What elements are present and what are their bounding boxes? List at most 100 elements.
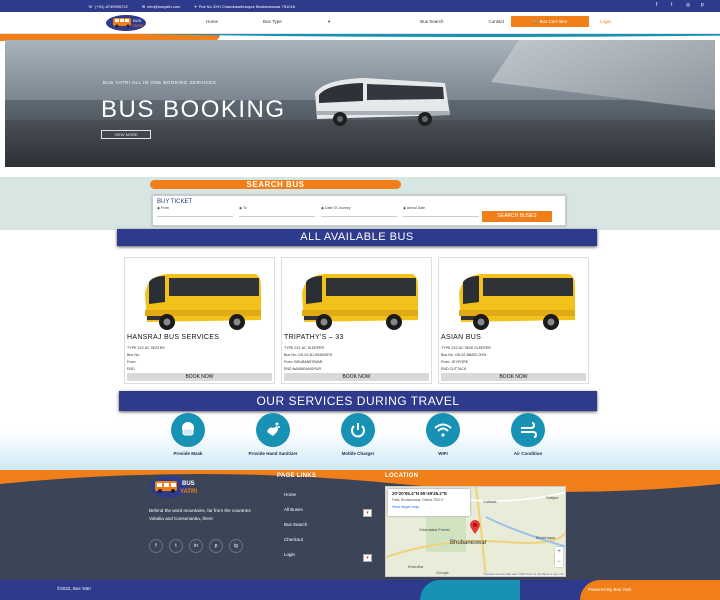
zoom-out-button[interactable]: − [555, 557, 563, 567]
wifi-icon [426, 413, 460, 447]
bus-number: Bus No: [127, 353, 140, 357]
map-place: Bhubaneswar [450, 540, 487, 546]
chevron-down-icon[interactable]: ▾ [363, 554, 372, 562]
nav-links: Home Bus Type ▾ Bus Search Contact [206, 19, 549, 25]
arrival-date-line[interactable] [403, 216, 479, 217]
phone-text: (+91) 8749999722 [95, 3, 128, 9]
book-now-button[interactable]: BOOK NOW [284, 373, 429, 381]
google-logo: Google [436, 570, 449, 575]
footer-logo[interactable]: BUS YATRI [149, 474, 205, 500]
address-text: Plot No 3XH Chandrasekharpur Bhubaneswar… [198, 3, 295, 9]
bus-type: TYPE 2X2 AC SEMI SLEEPER [441, 346, 491, 350]
book-now-button[interactable]: BOOK NOW [127, 373, 272, 381]
from-input-line[interactable] [157, 216, 233, 217]
map-info-card: 20°20'55.4"N 85°49'45.2"E Patia, Bhubane… [388, 489, 470, 516]
nav-bus-search[interactable]: Bus Search [420, 19, 443, 25]
bus-yatri-logo[interactable]: BUS YATRI [105, 14, 147, 32]
chevron-down-icon[interactable]: ▾ [363, 509, 372, 517]
nav-home[interactable]: Home [206, 19, 218, 25]
bus-name: ASIAN BUS [441, 334, 482, 341]
top-bar: ☏ (+91) 8749999722 ✉ info@busyatri.com ⌖ Pl… [0, 0, 720, 12]
to-field[interactable]: ◉ To [239, 206, 247, 210]
available-bus-heading: ALL AVAILABLE BUS [117, 229, 597, 246]
from-field[interactable]: ◉ From [157, 206, 169, 210]
map-address: Patia, Bhubaneswar, Odisha 751017 [392, 498, 444, 502]
cart-label: Bus Cart Item [539, 19, 568, 24]
location-pin-icon: ⌖ [194, 3, 197, 9]
map-coordinates: 20°20'55.4"N 85°49'45.2"E [392, 491, 448, 496]
bus-card: HANSRAJ BUS SERVICES TYPE 2X2 AC SEATER … [124, 257, 275, 384]
login-link[interactable]: Login [600, 19, 611, 24]
book-now-button[interactable]: BOOK NOW [441, 373, 586, 381]
facebook-icon[interactable]: f [149, 539, 163, 553]
footer-link-login[interactable]: Login [284, 552, 295, 557]
linkedin-icon[interactable]: in [189, 539, 203, 553]
to-input-line[interactable] [239, 216, 315, 217]
services-heading: OUR SERVICES DURING TRAVEL [119, 391, 597, 411]
view-more-button[interactable]: VIEW MORE [101, 130, 151, 139]
service-item: WIFI [403, 413, 483, 456]
wind-icon [511, 413, 545, 447]
service-label: Provide Hand Sanitizer [248, 451, 298, 456]
hero-tagline: BUS YATRI ALL IN ONE BOOKING SERVICES [103, 80, 217, 85]
map-zoom-control[interactable]: + − [555, 547, 563, 567]
map-pin-icon[interactable] [470, 520, 480, 534]
footer-link-checkout[interactable]: Checkout [284, 537, 303, 542]
sanitizer-icon [256, 413, 290, 447]
view-larger-map-link[interactable]: View larger map [392, 505, 466, 509]
bus-card: ASIAN BUS TYPE 2X2 AC SEMI SLEEPER Bus N… [438, 257, 589, 384]
bus-end: END NAWARANGPUR [284, 367, 322, 371]
yellow-bus-image [145, 274, 261, 330]
top-social: f t ◎ p [656, 3, 706, 8]
pinterest-icon[interactable]: p [209, 539, 223, 553]
calendar-icon: ◉ [403, 206, 407, 210]
mail-icon: ✉ [141, 3, 146, 9]
power-icon [341, 413, 375, 447]
footer-link-bus-search[interactable]: Bus Search [284, 522, 307, 527]
zoom-in-button[interactable]: + [555, 547, 563, 557]
email-info[interactable]: ✉ info@busyatri.com [142, 4, 181, 9]
footer-link-home[interactable]: Home [284, 492, 296, 497]
map-place: Satipur [546, 495, 559, 500]
hero-title: BUS BOOKING [101, 96, 286, 123]
bus-from: From: BHUBANESWAR [284, 360, 323, 364]
address-info: ⌖ Plot No 3XH Chandrasekharpur Bhubaneswa… [194, 4, 295, 9]
footer-link-all-buses[interactable]: All Buses [284, 507, 303, 512]
footer-wave [0, 470, 720, 498]
phone-info: ☏ (+91) 8749999722 [88, 4, 128, 9]
service-item: Air Condition [488, 413, 568, 456]
location-map[interactable]: 20°20'55.4"N 85°49'45.2"E Patia, Bhubane… [385, 486, 566, 577]
service-item: Provide Hand Sanitizer [233, 413, 313, 456]
nav-bus-type[interactable]: Bus Type ▾ [263, 19, 375, 25]
footer-logo-text: BUS [182, 481, 195, 487]
radio-icon: ◉ [239, 206, 243, 210]
facebook-icon[interactable]: f [656, 3, 661, 8]
twitter-icon[interactable]: t [671, 3, 676, 8]
email-text[interactable]: info@busyatri.com [147, 4, 180, 9]
location-heading: LOCATION [385, 473, 419, 479]
instagram-icon[interactable]: ig [229, 539, 243, 553]
footer-description: Behind the word mountains, far from the … [149, 508, 251, 521]
journey-date-field[interactable]: ◉ Date Of Journey [321, 206, 351, 210]
map-place: Chandaka Forest [419, 527, 450, 532]
bottom-teal-accent [420, 580, 520, 600]
arrival-date-label: Arrival Date [406, 206, 426, 210]
bus-end: END CUTTACK [441, 367, 467, 371]
map-credits: Keyboard shortcuts Map data ©2022 Terms … [482, 573, 565, 576]
bus-cart-button[interactable]: 🛒 Bus Cart Item [511, 16, 589, 27]
bus-number: Bus No: OD-02-BJ-9546/9576 [284, 353, 332, 357]
page: ☏ (+91) 8749999722 ✉ info@busyatri.com ⌖ Pl… [0, 0, 720, 600]
arrival-date-field[interactable]: ◉ Arrival Date [403, 206, 425, 210]
map-place: Cuttack [483, 499, 497, 504]
cart-icon: 🛒 [532, 19, 539, 24]
instagram-icon[interactable]: ◎ [686, 3, 691, 8]
search-buses-button[interactable]: SEARCH BUSES [482, 211, 552, 222]
pinterest-icon[interactable]: p [701, 3, 706, 8]
powered-by: Powered By Bus Yatri [580, 580, 720, 600]
nav-contact[interactable]: Contact [489, 19, 505, 25]
svg-text:YATRI: YATRI [132, 23, 143, 28]
twitter-icon[interactable]: t [169, 539, 183, 553]
journey-date-line[interactable] [321, 216, 397, 217]
teal-swoop [140, 34, 720, 37]
search-title: SEARCH BUS [150, 180, 401, 189]
